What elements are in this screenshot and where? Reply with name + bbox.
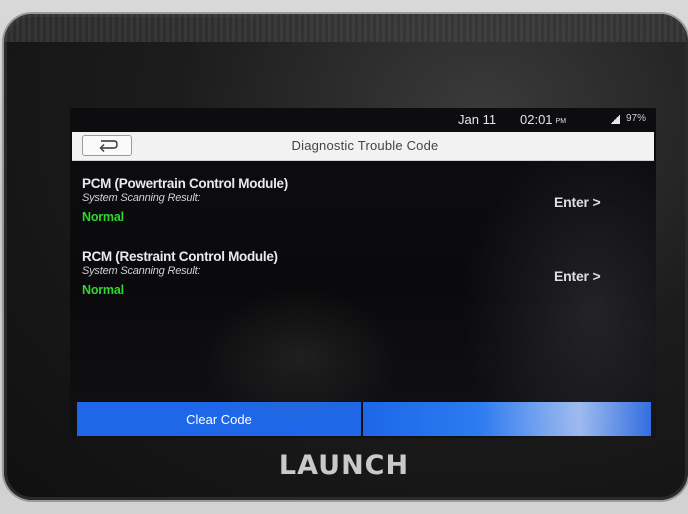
secondary-action-button[interactable] [363, 402, 651, 436]
module-name: PCM (Powertrain Control Module) [82, 176, 288, 191]
enter-button-rcm[interactable]: Enter > [554, 268, 601, 284]
bezel-texture [4, 14, 688, 42]
brand-logo: LAUNCH [278, 450, 410, 481]
status-time-value: 02:01 [520, 112, 553, 127]
bottom-action-bar: Clear Code [77, 402, 651, 436]
status-date: Jan 11 [458, 112, 497, 127]
battery-level: 97% [626, 113, 647, 124]
scan-status: Normal [82, 283, 124, 297]
status-time: 02:01 PM [520, 112, 566, 127]
page-title: Diagnostic Trouble Code [291, 138, 439, 153]
title-bar: Diagnostic Trouble Code [72, 132, 654, 161]
status-bar: Jan 11 02:01 PM 97% [70, 108, 656, 130]
module-name: RCM (Restraint Control Module) [82, 249, 278, 264]
scan-status: Normal [82, 210, 124, 224]
clear-code-button[interactable]: Clear Code [77, 402, 361, 436]
status-ampm: PM [555, 118, 567, 125]
device-screen: Jan 11 02:01 PM 97% Diagnostic Trouble Co… [70, 108, 656, 438]
enter-button-pcm[interactable]: Enter > [554, 194, 601, 210]
signal-icon [610, 115, 620, 124]
